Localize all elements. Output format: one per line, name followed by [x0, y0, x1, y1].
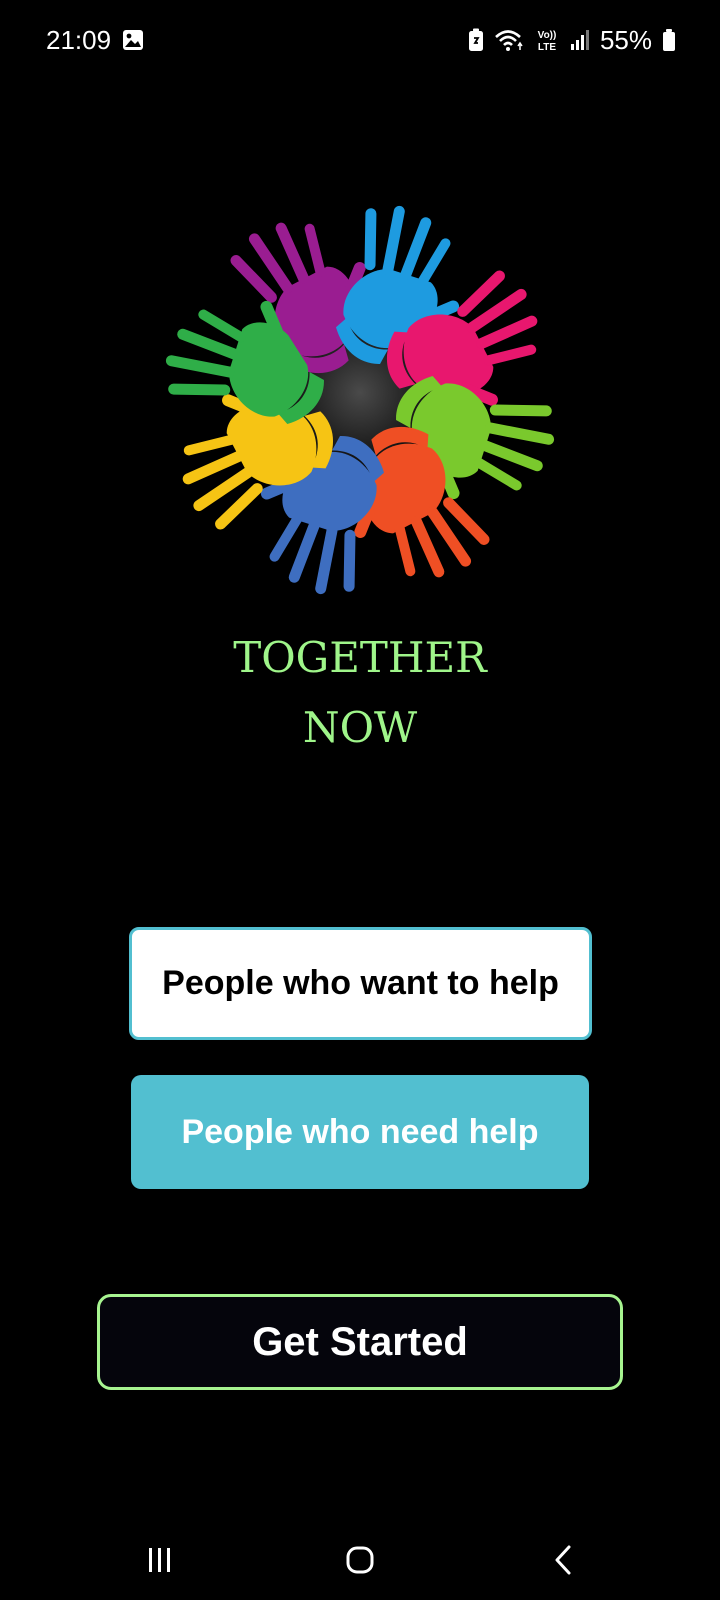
volte-icon: Vo)) LTE	[534, 27, 560, 53]
brand-title-line-1: TOGETHER	[233, 633, 487, 682]
home-button[interactable]	[320, 1520, 400, 1600]
get-started-button[interactable]: Get Started	[97, 1294, 623, 1390]
svg-text:LTE: LTE	[538, 42, 556, 53]
status-time: 21:09	[46, 25, 112, 55]
need-help-button[interactable]: People who need help	[131, 1075, 589, 1189]
recents-icon	[149, 1548, 170, 1572]
battery-saver-icon	[468, 28, 484, 52]
want-to-help-label: People who want to help	[162, 964, 559, 1002]
need-help-label: People who need help	[181, 1112, 539, 1151]
navigation-bar	[0, 1520, 720, 1600]
back-icon	[555, 1545, 571, 1575]
wifi-icon	[494, 28, 524, 52]
battery-percent: 55%	[599, 25, 652, 55]
gallery-icon	[122, 29, 144, 51]
get-started-label: Get Started	[252, 1319, 468, 1364]
brand-title-line-2: NOW	[302, 703, 418, 752]
recents-button[interactable]	[120, 1520, 200, 1600]
signal-icon	[570, 29, 590, 51]
status-bar: 21:09 Vo)) LTE 55%	[0, 0, 720, 80]
brand-title: TOGETHER NOW	[0, 632, 720, 754]
back-button[interactable]	[524, 1520, 604, 1600]
want-to-help-button[interactable]: People who want to help	[129, 927, 592, 1040]
svg-text:Vo)): Vo))	[538, 30, 557, 41]
home-icon	[346, 1546, 374, 1574]
battery-icon	[662, 28, 676, 52]
status-icons: Vo)) LTE 55%	[468, 22, 676, 58]
colorful-hands-logo-icon	[151, 191, 569, 609]
